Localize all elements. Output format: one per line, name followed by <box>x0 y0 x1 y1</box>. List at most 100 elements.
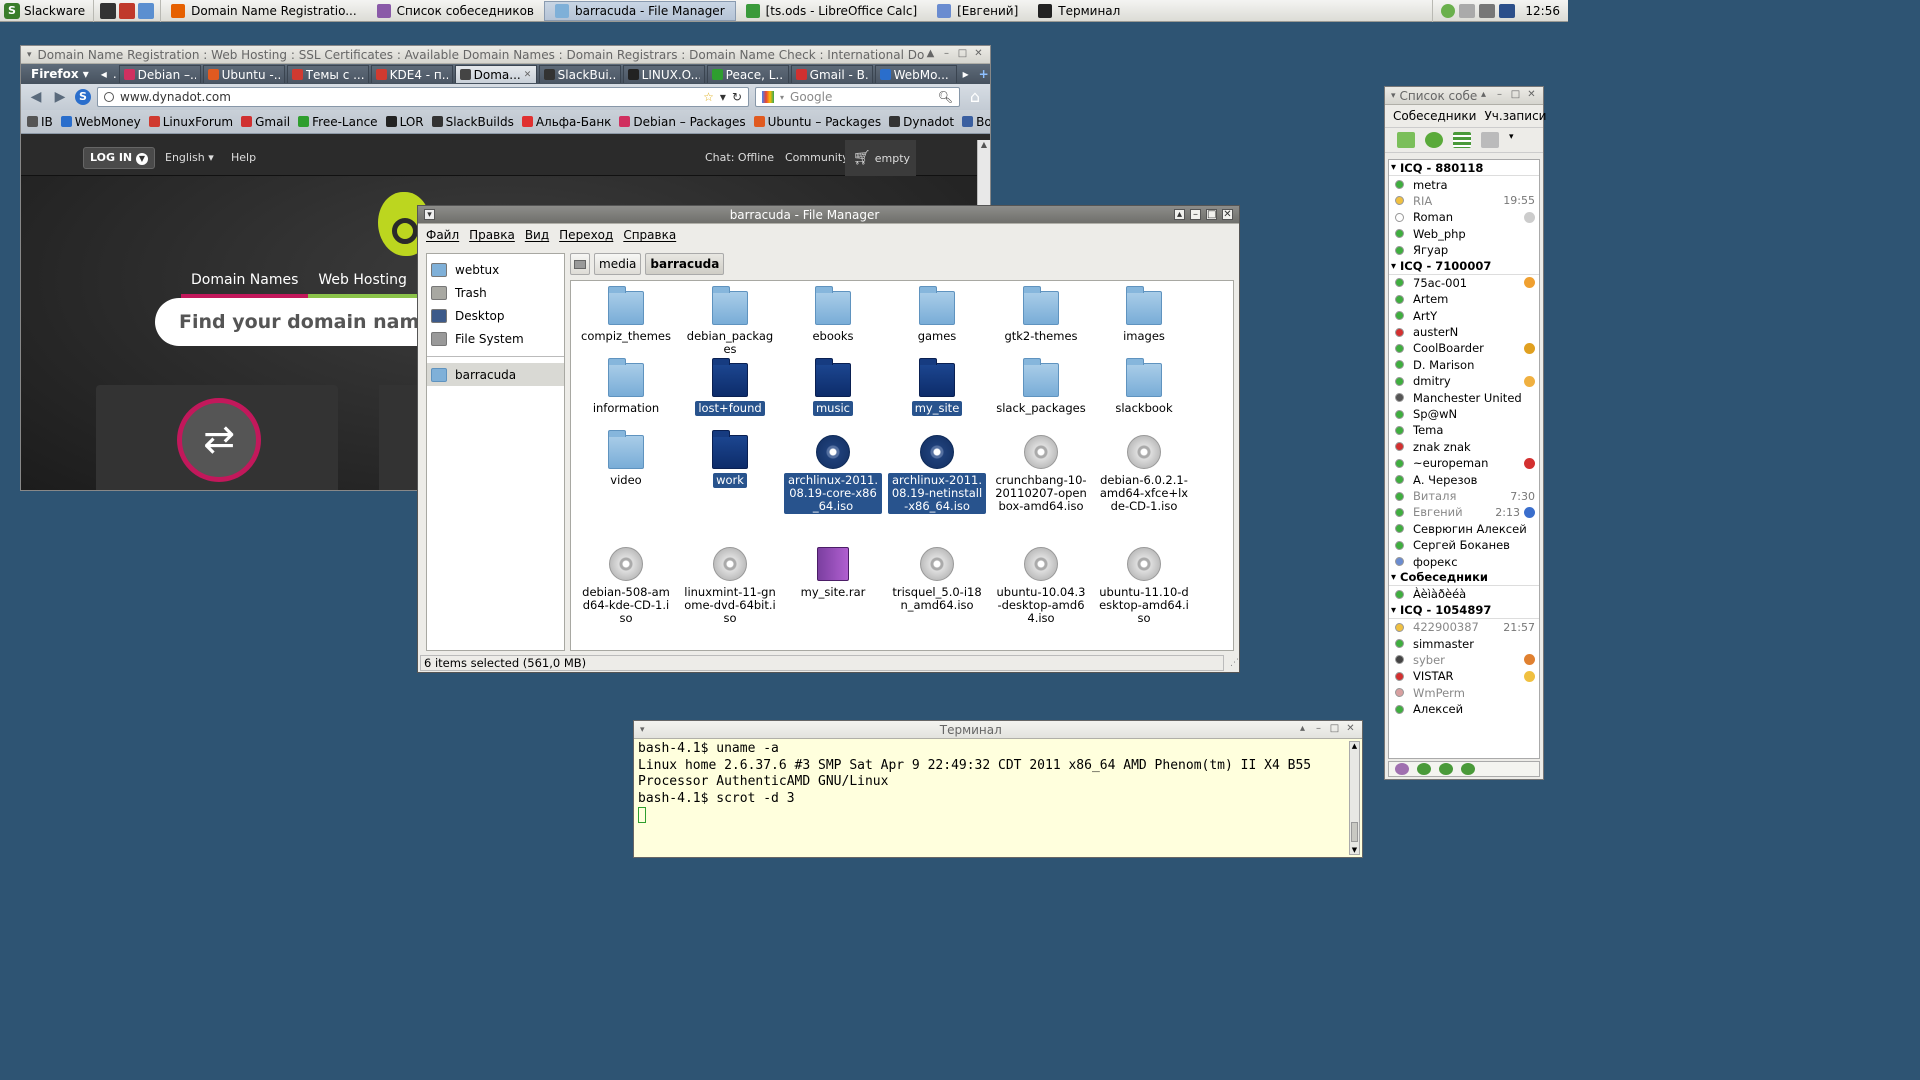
search-engine-dropdown-icon[interactable]: ▾ <box>780 93 784 102</box>
folder-item[interactable]: my_site <box>888 358 986 416</box>
pidgin-tray-icon[interactable] <box>1441 4 1456 18</box>
close-tab-icon[interactable]: ✕ <box>524 70 532 80</box>
bookmark-item[interactable]: SlackBuilds <box>431 115 514 129</box>
folder-item[interactable]: video <box>577 430 675 488</box>
buddy-item[interactable]: Виталя 7:30 <box>1389 488 1539 504</box>
buddy-item[interactable]: VISTAR <box>1389 668 1539 684</box>
minimize-icon[interactable]: – <box>1313 724 1324 735</box>
firefox-titlebar[interactable]: ▾ Domain Name Registration : Web Hosting… <box>21 46 990 64</box>
image-launcher-icon[interactable] <box>119 2 136 19</box>
buddy-item[interactable]: austerN <box>1389 324 1539 340</box>
bookmark-item[interactable]: IB <box>27 115 53 129</box>
workspace-tray-icon[interactable] <box>1499 4 1516 18</box>
buddy-item[interactable]: 422900387 21:57 <box>1389 619 1539 635</box>
toolbar-dropdown-icon[interactable]: ▾ <box>1509 132 1517 148</box>
window-menu-icon[interactable]: ▾ <box>27 50 32 60</box>
buddy-item[interactable]: форекс <box>1389 553 1539 569</box>
folder-item[interactable]: work <box>681 430 779 488</box>
add-chat-icon[interactable] <box>1425 132 1443 148</box>
file-item[interactable]: trisquel_5.0-i18n_amd64.iso <box>888 547 986 613</box>
settings-launcher-icon[interactable] <box>138 2 155 19</box>
taskbar-task[interactable]: barracuda - File Manager <box>544 0 736 21</box>
folder-item[interactable]: lost+found <box>681 358 779 416</box>
back-icon[interactable]: ◀ <box>27 88 45 106</box>
close-icon[interactable]: ✕ <box>1526 90 1537 101</box>
bookmark-item[interactable]: Free-Lance <box>298 115 378 129</box>
taskbar-task[interactable]: Список собеседников <box>367 0 544 22</box>
menu-item[interactable]: Правка <box>469 228 515 242</box>
menu-item[interactable]: Справка <box>623 228 676 242</box>
reload-icon[interactable]: ↻ <box>732 90 742 104</box>
file-item[interactable]: archlinux-2011.08.19-core-x86_64.iso <box>784 435 882 514</box>
maximize-icon[interactable]: □ <box>1329 724 1340 735</box>
file-item[interactable]: archlinux-2011.08.19-netinstall-x86_64.i… <box>888 435 986 514</box>
folder-item[interactable]: slack_packages <box>992 358 1090 416</box>
buddy-item[interactable]: WmPerm <box>1389 685 1539 701</box>
sidebar-item-trash[interactable]: Trash <box>427 281 564 304</box>
taskbar-task[interactable]: Терминал <box>1028 0 1130 22</box>
buddy-item[interactable]: ArtY <box>1389 308 1539 324</box>
cart-button[interactable]: 🛒︎ empty <box>845 140 916 176</box>
community-link[interactable]: Community <box>785 151 849 164</box>
window-menu-icon[interactable]: ▾ <box>1391 91 1396 101</box>
domain-search-input[interactable]: Find your domain name... <box>155 298 455 346</box>
menu-item[interactable]: Переход <box>559 228 613 242</box>
browser-tab[interactable]: LINUX.O... <box>622 65 705 83</box>
shade-icon[interactable]: ▴ <box>1174 209 1185 220</box>
chat-status-link[interactable]: Chat: Offline <box>705 151 774 164</box>
browser-tab[interactable]: Peace, L... <box>706 65 789 83</box>
bookmark-item[interactable]: Gmail <box>241 115 290 129</box>
site-identity-icon[interactable] <box>104 92 114 102</box>
buddy-item[interactable]: Ягуар <box>1389 242 1539 258</box>
buddy-item[interactable]: Manchester United <box>1389 389 1539 405</box>
file-item[interactable]: linuxmint-11-gnome-dvd-64bit.iso <box>681 547 779 626</box>
bookmark-item[interactable]: Альфа-Банк <box>521 115 611 129</box>
taskbar-task[interactable]: [Евгений] <box>927 0 1028 22</box>
shade-icon[interactable]: ▴ <box>1297 724 1308 735</box>
file-item[interactable]: debian-508-amd64-kde-CD-1.iso <box>577 547 675 626</box>
buddy-item[interactable]: RIA 19:55 <box>1389 193 1539 209</box>
shade-icon[interactable]: ▲ <box>925 49 936 60</box>
path-media-button[interactable]: media <box>594 253 642 275</box>
help-link[interactable]: Help <box>231 151 256 164</box>
maximize-icon[interactable]: □ <box>1206 209 1217 220</box>
bookmark-star-icon[interactable]: ☆ <box>703 90 714 104</box>
tabs-scroll-right-icon[interactable]: ▸ <box>959 67 973 81</box>
pidgin-icon[interactable] <box>1395 763 1409 775</box>
buddy-tree[interactable]: ▾ ICQ - 880118 metra RIA 19:55 Roman Web_php Яг… <box>1388 159 1540 759</box>
folder-item[interactable]: gtk2-themes <box>992 286 1090 344</box>
google-icon[interactable] <box>762 91 774 103</box>
buddy-item[interactable]: 75ac-001 <box>1389 275 1539 291</box>
buddy-group[interactable]: ▾ ICQ - 7100007 <box>1389 258 1539 275</box>
buddy-group[interactable]: ▾ ICQ - 1054897 <box>1389 603 1539 619</box>
browser-tab[interactable]: Темы с ... <box>286 65 369 83</box>
bookmark-item[interactable]: LOR <box>385 115 424 129</box>
scroll-up-icon[interactable]: ▲ <box>1350 742 1359 750</box>
folder-item[interactable]: images <box>1095 286 1193 344</box>
shade-icon[interactable]: ▴ <box>1478 90 1489 101</box>
add-buddy-icon[interactable] <box>1397 132 1415 148</box>
buddy-item[interactable]: Àèìàðèéà <box>1389 586 1539 602</box>
url-bar[interactable]: www.dynadot.com ☆ ▾ ↻ <box>97 87 749 107</box>
maximize-icon[interactable]: □ <box>957 49 968 60</box>
browser-tab[interactable]: KDE4 - п... <box>370 65 453 83</box>
folder-item[interactable]: music <box>784 358 882 416</box>
buddy-item[interactable]: Roman <box>1389 209 1539 225</box>
folder-item[interactable]: slackbook <box>1095 358 1193 416</box>
icq-status-icon[interactable] <box>1417 763 1431 775</box>
folder-item[interactable]: games <box>888 286 986 344</box>
buddy-item[interactable]: Tema <box>1389 422 1539 438</box>
icq-status-icon[interactable] <box>1461 763 1475 775</box>
buddy-item[interactable]: Sp@wN <box>1389 406 1539 422</box>
firefox-menu-button[interactable]: Firefox ▾ <box>25 67 95 81</box>
close-icon[interactable]: ✕ <box>1345 724 1356 735</box>
maximize-icon[interactable]: □ <box>1510 90 1521 101</box>
folder-item[interactable]: debian_packages <box>681 286 779 357</box>
expander-icon[interactable]: ▾ <box>1391 605 1396 616</box>
new-tab-icon[interactable]: + <box>975 67 990 81</box>
close-icon[interactable]: ✕ <box>1222 209 1233 220</box>
login-button[interactable]: LOG IN ▼ <box>83 147 155 169</box>
expander-icon[interactable]: ▾ <box>1391 162 1396 173</box>
bookmark-item[interactable]: Debian – Packages <box>619 115 746 129</box>
buddy-item[interactable]: Web_php <box>1389 226 1539 242</box>
